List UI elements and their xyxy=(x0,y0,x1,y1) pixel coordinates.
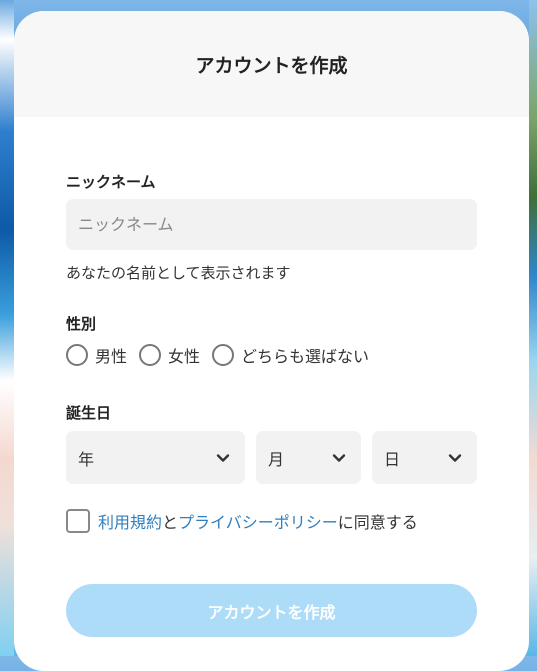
gender-option-label: 男性 xyxy=(95,347,128,366)
gender-option-female[interactable]: 女性 xyxy=(139,343,200,367)
gender-option-label: 女性 xyxy=(168,347,201,366)
gender-option-male[interactable]: 男性 xyxy=(66,343,127,367)
month-select-label: 月 xyxy=(268,449,285,469)
background-image-right xyxy=(529,0,537,656)
nickname-help-text: あなたの名前として表示されます xyxy=(66,264,291,282)
gender-label: 性別 xyxy=(66,315,97,333)
privacy-policy-link[interactable]: プライバシーポリシー xyxy=(178,513,338,532)
page-title: アカウントを作成 xyxy=(195,54,348,77)
card-header: アカウントを作成 xyxy=(14,11,529,117)
radio-button-female[interactable] xyxy=(139,344,162,366)
birthday-label: 誕生日 xyxy=(66,404,112,422)
background-image-left xyxy=(0,0,14,656)
agreement-suffix: に同意する xyxy=(337,513,418,532)
radio-button-male[interactable] xyxy=(66,344,88,366)
chevron-down-icon xyxy=(332,453,346,462)
nickname-label: ニックネーム xyxy=(66,173,156,191)
nickname-input[interactable] xyxy=(66,199,477,250)
create-account-button[interactable]: アカウントを作成 xyxy=(66,584,477,637)
chevron-down-icon xyxy=(216,453,230,462)
radio-button-none[interactable] xyxy=(212,344,235,366)
day-select-label: 日 xyxy=(384,449,401,469)
gender-option-none[interactable]: どちらも選ばない xyxy=(212,343,369,367)
gender-option-label: どちらも選ばない xyxy=(241,347,370,366)
terms-agreement-row: 利用規約とプライバシーポリシーに同意する xyxy=(66,509,418,533)
day-select[interactable]: 日 xyxy=(372,431,477,484)
agreement-conjunction: と xyxy=(162,513,179,532)
terms-agreement-text: 利用規約とプライバシーポリシーに同意する xyxy=(98,509,418,533)
terms-of-service-link[interactable]: 利用規約 xyxy=(98,513,162,532)
gender-radio-group: 男性 女性 どちらも選ばない xyxy=(66,343,381,367)
terms-checkbox[interactable] xyxy=(66,509,90,533)
month-select[interactable]: 月 xyxy=(256,431,361,484)
year-select-label: 年 xyxy=(78,449,95,469)
chevron-down-icon xyxy=(448,453,462,462)
year-select[interactable]: 年 xyxy=(66,431,245,484)
signup-card: アカウントを作成 ニックネーム あなたの名前として表示されます 性別 男性 女性… xyxy=(14,11,529,671)
